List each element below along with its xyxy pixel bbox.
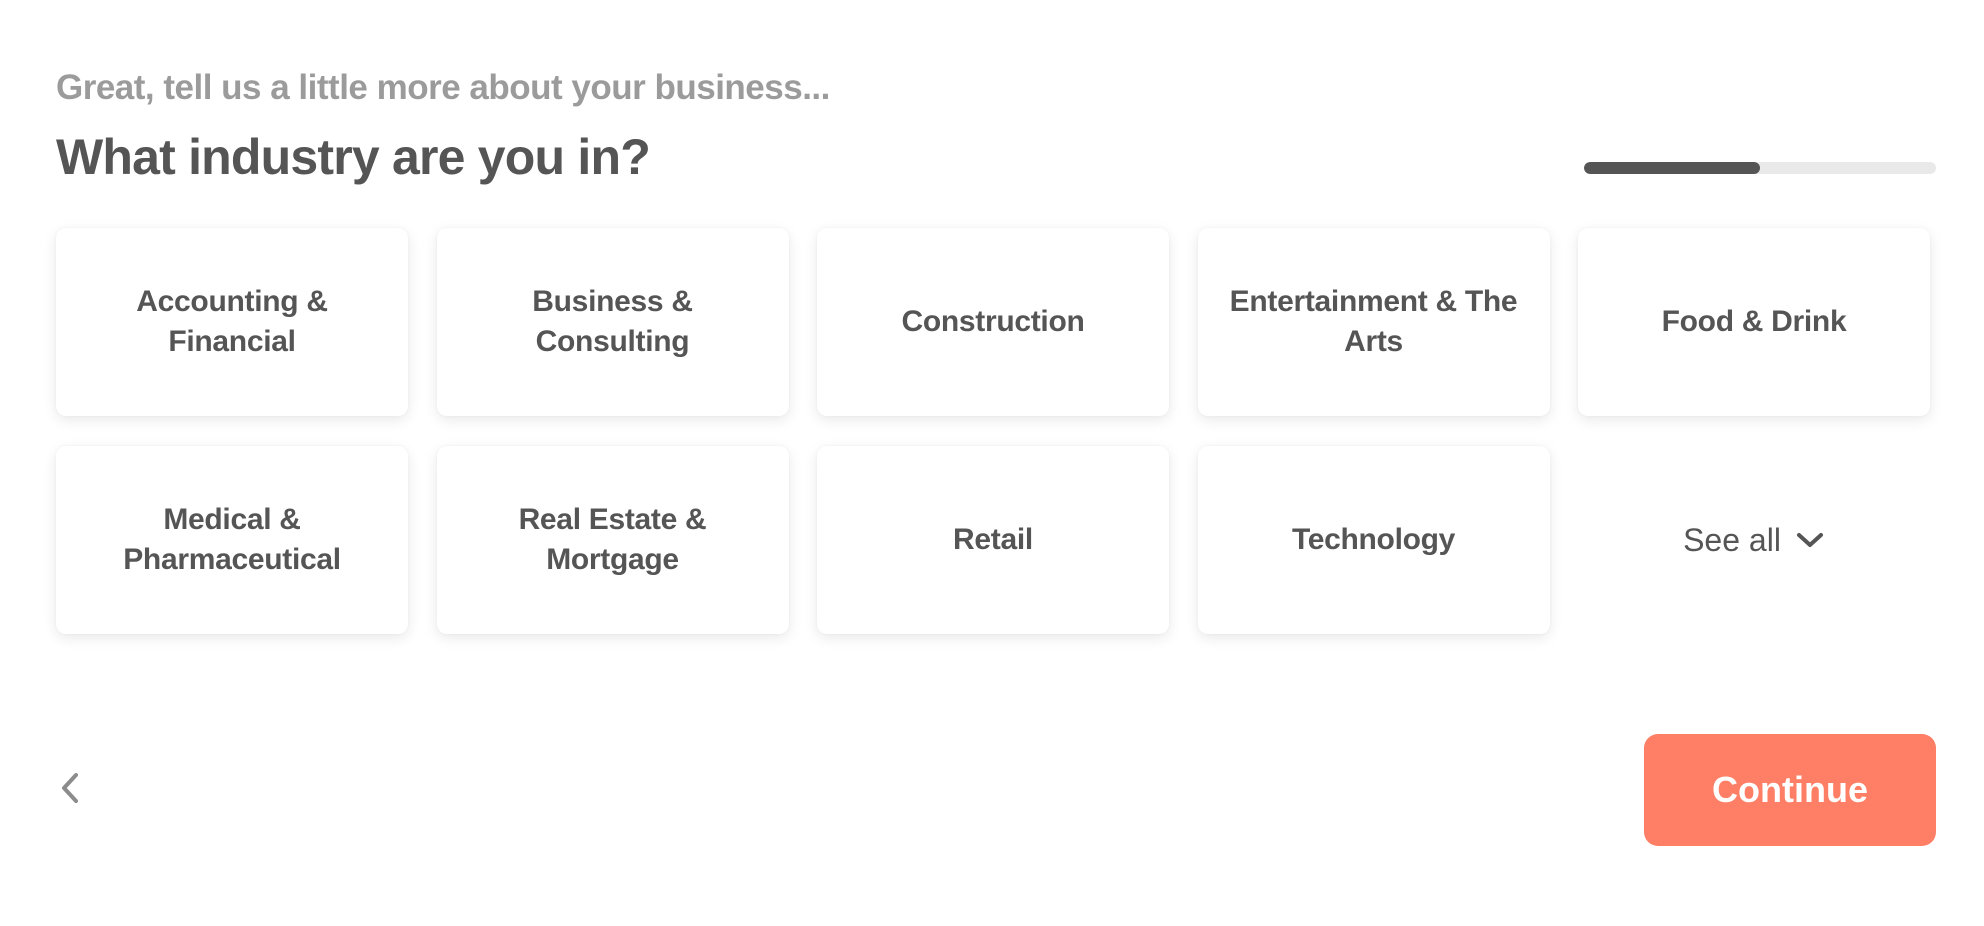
industry-card-business-consulting[interactable]: Business & Consulting xyxy=(436,228,789,416)
industry-card-label: Retail xyxy=(953,523,1033,556)
industry-card-label: Entertainment & The Arts xyxy=(1229,285,1518,358)
industry-card-entertainment-arts[interactable]: Entertainment & The Arts xyxy=(1197,228,1550,416)
progress-bar-fill xyxy=(1584,162,1760,174)
industry-card-food-drink[interactable]: Food & Drink xyxy=(1578,228,1930,416)
progress-bar xyxy=(1584,162,1936,174)
industry-card-label: Food & Drink xyxy=(1661,305,1847,338)
industry-card-label: Business & Consulting xyxy=(532,285,693,358)
see-all-label: See all xyxy=(1683,521,1781,558)
page-subtitle: Great, tell us a little more about your … xyxy=(56,68,830,107)
chevron-left-icon xyxy=(62,773,78,803)
page-title: What industry are you in? xyxy=(56,129,651,185)
industry-card-accounting-financial[interactable]: Accounting & Financial xyxy=(56,228,408,416)
industry-card-retail[interactable]: Retail xyxy=(817,446,1169,634)
industry-card-medical-pharmaceutical[interactable]: Medical & Pharmaceutical xyxy=(56,446,408,634)
industry-card-label: Construction xyxy=(901,305,1085,338)
industry-grid: Accounting & Financial Business & Consul… xyxy=(56,228,1930,634)
industry-card-label: Technology xyxy=(1291,523,1456,556)
industry-card-label: Accounting & Financial xyxy=(136,285,328,358)
back-button[interactable] xyxy=(54,768,86,808)
industry-card-technology[interactable]: Technology xyxy=(1197,446,1550,634)
industry-card-label: Real Estate & Mortgage xyxy=(518,503,707,576)
industry-card-construction[interactable]: Construction xyxy=(817,228,1169,416)
continue-button[interactable]: Continue xyxy=(1644,734,1936,846)
industry-card-label: Medical & Pharmaceutical xyxy=(123,503,341,576)
chevron-down-icon xyxy=(1796,533,1823,547)
see-all-button[interactable]: See all xyxy=(1578,446,1930,634)
industry-card-real-estate-mortgage[interactable]: Real Estate & Mortgage xyxy=(436,446,789,634)
